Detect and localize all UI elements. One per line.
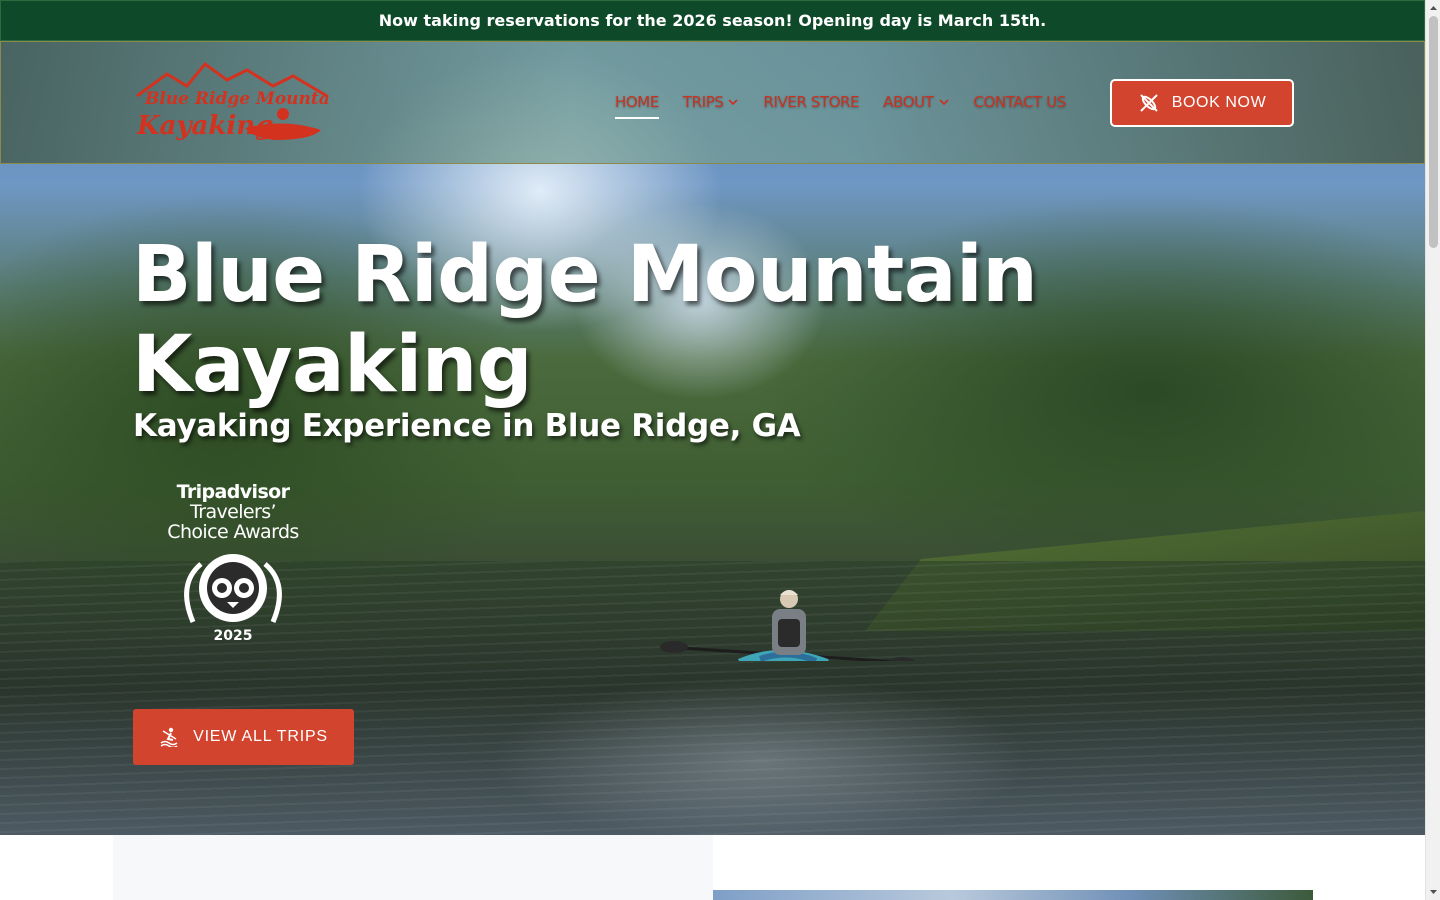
nav-item-about[interactable]: ABOUT <box>883 93 949 111</box>
kayaker-icon <box>160 727 178 747</box>
tripadvisor-award-badge[interactable]: Tripadvisor Travelers’ Choice Awards 202… <box>150 481 316 644</box>
nav-item-contact-us[interactable]: CONTACT US <box>973 93 1067 111</box>
announcement-bar: Now taking reservations for the 2026 sea… <box>0 0 1425 41</box>
award-line2: Choice Awards <box>167 521 299 543</box>
scroll-down-arrow-icon[interactable] <box>1429 887 1438 896</box>
book-now-label: BOOK NOW <box>1171 94 1267 111</box>
hero-title: Blue Ridge Mountain Kayaking <box>132 230 1038 410</box>
view-all-trips-label: VIEW ALL TRIPS <box>193 728 328 745</box>
hero-kayaker-image <box>660 590 916 661</box>
award-line1: Travelers’ <box>190 501 277 523</box>
main-nav: HOME TRIPS RIVER STORE ABOUT CONTACT US <box>615 93 1067 119</box>
view-all-trips-button[interactable]: VIEW ALL TRIPS <box>133 709 354 765</box>
scrollbar-thumb[interactable] <box>1429 16 1438 248</box>
logo-line1: Blue Ridge Mountain <box>144 89 329 109</box>
tripadvisor-owl-icon: 2025 <box>184 554 282 644</box>
chevron-down-icon <box>728 99 739 106</box>
nav-contact-label: CONTACT US <box>973 93 1067 111</box>
book-now-button[interactable]: BOOK NOW <box>1110 79 1294 127</box>
logo-line2: Kayaking <box>136 111 273 141</box>
chevron-down-icon <box>938 99 949 106</box>
intro-image <box>713 890 1313 900</box>
site-header: Blue Ridge Mountain Kayaking HOME TRIPS … <box>0 41 1425 164</box>
page-scrollbar[interactable] <box>1425 0 1440 900</box>
nav-river-store-label: RIVER STORE <box>763 93 860 111</box>
intro-panel <box>113 835 713 900</box>
nav-item-trips[interactable]: TRIPS <box>683 93 740 111</box>
nav-about-label: ABOUT <box>883 93 934 111</box>
award-brand: Tripadvisor <box>176 481 290 503</box>
award-year: 2025 <box>214 628 253 644</box>
nav-home-label: HOME <box>615 93 659 111</box>
nav-item-home[interactable]: HOME <box>615 93 659 119</box>
scroll-up-arrow-icon[interactable] <box>1429 4 1438 13</box>
hero-subtitle: Kayaking Experience in Blue Ridge, GA <box>133 408 801 444</box>
site-logo[interactable]: Blue Ridge Mountain Kayaking <box>135 56 329 144</box>
nav-item-river-store[interactable]: RIVER STORE <box>763 93 859 111</box>
nav-trips-label: TRIPS <box>682 93 724 111</box>
kayak-paddle-icon <box>1139 94 1158 112</box>
announcement-text: Now taking reservations for the 2026 sea… <box>378 11 1047 30</box>
